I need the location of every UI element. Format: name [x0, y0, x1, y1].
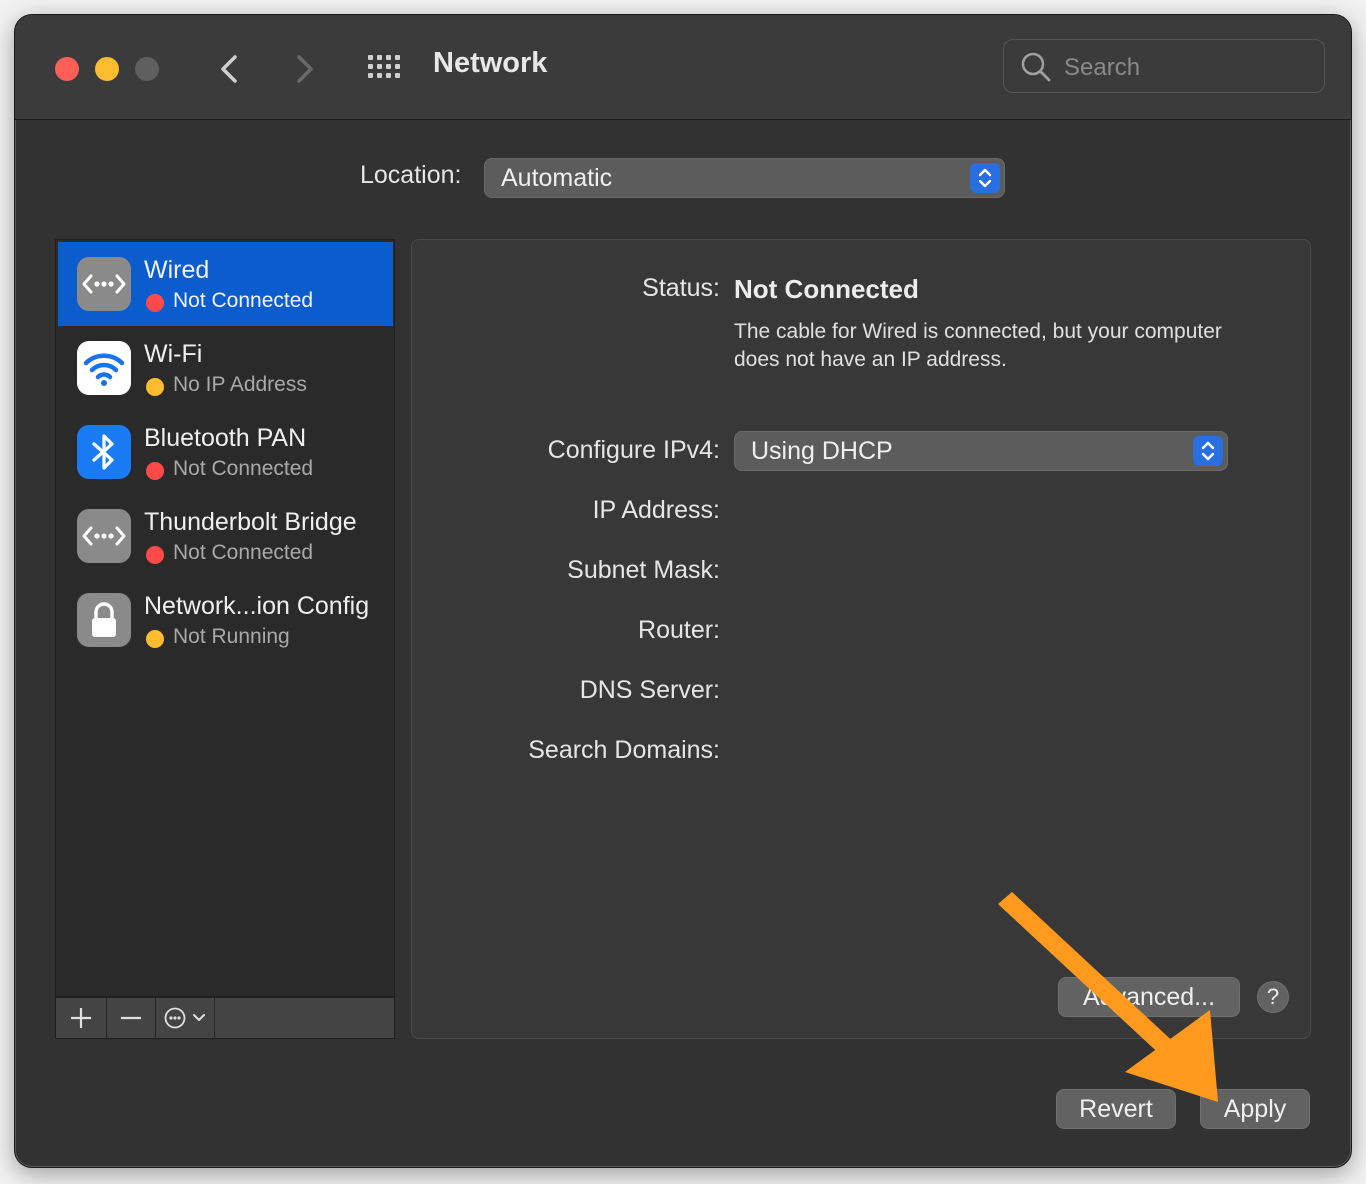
status-dot [146, 546, 164, 564]
router-label: Router: [638, 616, 720, 644]
service-name: Network...ion Config [144, 592, 370, 620]
window-title: Network [433, 47, 548, 79]
search-field[interactable] [1003, 39, 1325, 93]
ip-address-label: IP Address: [592, 496, 720, 524]
configure-ipv4-value: Using DHCP [751, 437, 893, 465]
location-value: Automatic [501, 164, 613, 192]
service-item-wired[interactable]: Wired Not Connected [58, 242, 393, 326]
up-down-chevron-icon [978, 168, 992, 188]
show-all-button[interactable] [365, 49, 405, 89]
service-name: Wi-Fi [144, 340, 203, 368]
service-name: Wired [144, 256, 210, 284]
service-list: Wired Not Connected Wi-Fi No IP Address [55, 239, 395, 997]
service-status: Not Running [173, 625, 290, 648]
up-down-chevron-icon [1201, 441, 1215, 461]
configure-ipv4-popup[interactable]: Using DHCP [734, 431, 1228, 471]
service-name: Thunderbolt Bridge [144, 508, 357, 536]
search-icon [1021, 52, 1051, 82]
service-item-thunderbolt-bridge[interactable]: Thunderbolt Bridge Not Connected [58, 494, 393, 578]
service-status: No IP Address [173, 373, 307, 396]
service-status: Not Connected [173, 541, 314, 564]
status-description: The cable for Wired is connected, but yo… [734, 320, 1222, 371]
service-detail-pane: Status: Not Connected The cable for Wire… [411, 239, 1311, 1039]
advanced-button[interactable]: Advanced... [1058, 977, 1240, 1017]
add-service-button[interactable] [56, 998, 107, 1038]
location-label: Location: [360, 161, 462, 189]
service-status: Not Connected [173, 457, 314, 480]
title-bar: Network [15, 15, 1351, 120]
back-button[interactable] [211, 49, 251, 89]
network-preferences-window: Network Location: Automatic [14, 14, 1352, 1168]
status-dot [146, 378, 164, 396]
chevron-right-icon [297, 55, 313, 83]
lock-icon [77, 593, 131, 647]
ethernet-icon [77, 257, 131, 311]
configure-ipv4-label: Configure IPv4: [547, 436, 720, 464]
forward-button[interactable] [283, 49, 323, 89]
grid-icon [368, 55, 400, 78]
dns-server-label: DNS Server: [579, 676, 720, 704]
remove-service-button[interactable] [107, 998, 156, 1038]
status-dot [146, 630, 164, 648]
service-item-wifi[interactable]: Wi-Fi No IP Address [58, 326, 393, 410]
popup-stepper [970, 163, 1000, 193]
status-label: Status: [642, 274, 720, 302]
zoom-button[interactable] [135, 57, 159, 81]
bluetooth-icon [77, 425, 131, 479]
ellipsis-menu-icon [164, 1007, 205, 1029]
service-actions-button[interactable] [156, 998, 215, 1038]
chevron-left-icon [221, 55, 237, 83]
status-dot [146, 462, 164, 480]
ethernet-icon [77, 509, 131, 563]
search-input[interactable] [1062, 50, 1316, 86]
service-item-bluetooth-pan[interactable]: Bluetooth PAN Not Connected [58, 410, 393, 494]
minus-icon [121, 1016, 141, 1020]
service-item-network-config[interactable]: Network...ion Config Not Running [58, 578, 393, 662]
subnet-mask-label: Subnet Mask: [567, 556, 720, 584]
apply-button[interactable]: Apply [1200, 1089, 1310, 1129]
location-popup[interactable]: Automatic [484, 158, 1005, 198]
minimize-button[interactable] [95, 57, 119, 81]
popup-stepper [1193, 436, 1223, 466]
status-dot [146, 294, 164, 312]
search-domains-label: Search Domains: [528, 736, 720, 764]
service-name: Bluetooth PAN [144, 424, 307, 452]
revert-button[interactable]: Revert [1056, 1089, 1176, 1129]
service-status: Not Connected [173, 289, 314, 312]
wifi-icon [77, 341, 131, 395]
plus-icon [71, 1008, 91, 1028]
status-value: Not Connected [734, 274, 919, 304]
service-list-toolbar [55, 997, 395, 1039]
help-button[interactable]: ? [1257, 981, 1289, 1013]
close-button[interactable] [55, 57, 79, 81]
